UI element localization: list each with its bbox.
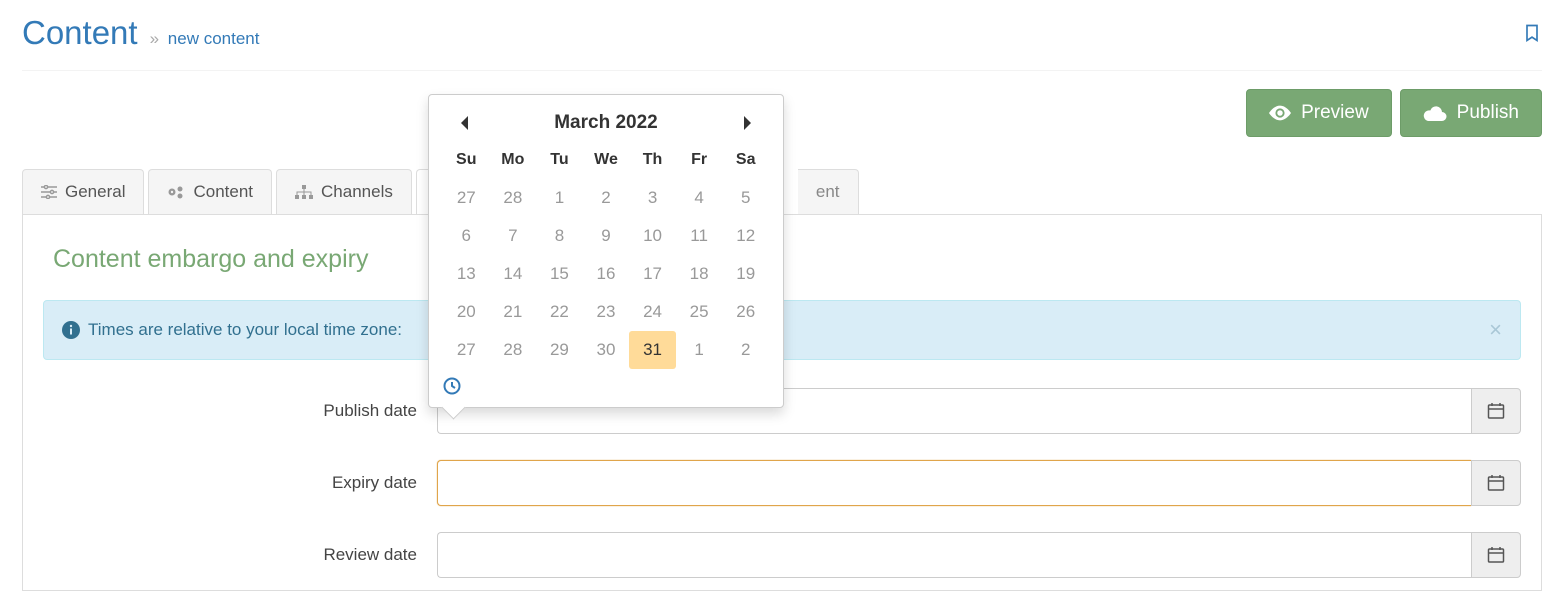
review-date-picker-button[interactable] (1471, 532, 1521, 578)
page-title: Content (22, 14, 138, 52)
datepicker-day[interactable]: 26 (722, 293, 769, 331)
tab-content[interactable]: Content (148, 169, 272, 214)
datepicker-day[interactable]: 2 (722, 331, 769, 369)
tab-partially-hidden[interactable]: ent (798, 169, 859, 214)
info-icon (62, 321, 80, 339)
bookmark-icon[interactable] (1522, 21, 1542, 45)
datepicker-grid: SuMoTuWeThFrSa27281234567891011121314151… (443, 145, 769, 369)
tab-channels[interactable]: Channels (276, 169, 412, 214)
datepicker-day[interactable]: 22 (536, 293, 583, 331)
datepicker-day[interactable]: 19 (722, 255, 769, 293)
datepicker-day[interactable]: 14 (490, 255, 537, 293)
datepicker-next-button[interactable] (733, 111, 761, 135)
calendar-icon (1487, 474, 1505, 492)
breadcrumb-separator: » (150, 29, 159, 48)
review-date-input[interactable] (437, 532, 1471, 578)
datepicker-dow: Fr (676, 145, 723, 179)
publish-button[interactable]: Publish (1400, 89, 1542, 137)
cloud-icon (1423, 105, 1447, 121)
alert-text: Times are relative to your local time zo… (88, 320, 402, 340)
datepicker-dow: Mo (490, 145, 537, 179)
datepicker-day[interactable]: 11 (676, 217, 723, 255)
datepicker-day[interactable]: 10 (629, 217, 676, 255)
preview-label: Preview (1301, 102, 1369, 124)
datepicker-day[interactable]: 5 (722, 179, 769, 217)
datepicker-day[interactable]: 27 (443, 179, 490, 217)
datepicker-day[interactable]: 12 (722, 217, 769, 255)
datepicker-dow: Th (629, 145, 676, 179)
datepicker-day[interactable]: 9 (583, 217, 630, 255)
datepicker-day[interactable]: 1 (536, 179, 583, 217)
datepicker-day[interactable]: 8 (536, 217, 583, 255)
datepicker-day[interactable]: 30 (583, 331, 630, 369)
datepicker-prev-button[interactable] (451, 111, 479, 135)
tab-label: General (65, 182, 125, 202)
datepicker-day[interactable]: 2 (583, 179, 630, 217)
tab-label: Channels (321, 182, 393, 202)
datepicker-popup: March 2022 SuMoTuWeThFrSa272812345678910… (428, 94, 784, 408)
expiry-date-label: Expiry date (43, 473, 437, 493)
datepicker-dow: Sa (722, 145, 769, 179)
datepicker-day[interactable]: 3 (629, 179, 676, 217)
review-date-label: Review date (43, 545, 437, 565)
calendar-icon (1487, 546, 1505, 564)
chevron-right-icon (741, 115, 753, 131)
datepicker-dow: Tu (536, 145, 583, 179)
sliders-icon (41, 185, 57, 199)
cogs-icon (167, 185, 185, 199)
page-header: Content » new content (22, 0, 1542, 71)
datepicker-day[interactable]: 27 (443, 331, 490, 369)
row-expiry-date: Expiry date (43, 460, 1521, 506)
eye-icon (1269, 105, 1291, 121)
datepicker-dow: Su (443, 145, 490, 179)
chevron-left-icon (459, 115, 471, 131)
datepicker-day[interactable]: 16 (583, 255, 630, 293)
tab-general[interactable]: General (22, 169, 144, 214)
datepicker-day[interactable]: 24 (629, 293, 676, 331)
row-review-date: Review date (43, 532, 1521, 578)
publish-date-label: Publish date (43, 401, 437, 421)
datepicker-day[interactable]: 1 (676, 331, 723, 369)
datepicker-day[interactable]: 13 (443, 255, 490, 293)
datepicker-day[interactable]: 4 (676, 179, 723, 217)
breadcrumb-current: new content (168, 29, 260, 48)
tab-label: Content (193, 182, 253, 202)
datepicker-day[interactable]: 28 (490, 179, 537, 217)
datepicker-day[interactable]: 7 (490, 217, 537, 255)
datepicker-day[interactable]: 18 (676, 255, 723, 293)
datepicker-day[interactable]: 28 (490, 331, 537, 369)
datepicker-day[interactable]: 15 (536, 255, 583, 293)
datepicker-day[interactable]: 31 (629, 331, 676, 369)
datepicker-day[interactable]: 6 (443, 217, 490, 255)
calendar-icon (1487, 402, 1505, 420)
publish-date-picker-button[interactable] (1471, 388, 1521, 434)
clock-icon (443, 377, 769, 395)
datepicker-day[interactable]: 20 (443, 293, 490, 331)
preview-button[interactable]: Preview (1246, 89, 1392, 137)
datepicker-day[interactable]: 21 (490, 293, 537, 331)
datepicker-title[interactable]: March 2022 (554, 112, 658, 134)
datepicker-dow: We (583, 145, 630, 179)
breadcrumb[interactable]: » new content (150, 29, 260, 49)
sitemap-icon (295, 185, 313, 199)
expiry-date-input[interactable] (437, 460, 1471, 506)
tab-label: ent (816, 182, 840, 202)
datepicker-day[interactable]: 29 (536, 331, 583, 369)
datepicker-time-button[interactable] (443, 377, 769, 395)
datepicker-day[interactable]: 25 (676, 293, 723, 331)
publish-label: Publish (1457, 102, 1519, 124)
datepicker-day[interactable]: 17 (629, 255, 676, 293)
datepicker-day[interactable]: 23 (583, 293, 630, 331)
alert-close-button[interactable]: × (1489, 317, 1502, 343)
expiry-date-picker-button[interactable] (1471, 460, 1521, 506)
